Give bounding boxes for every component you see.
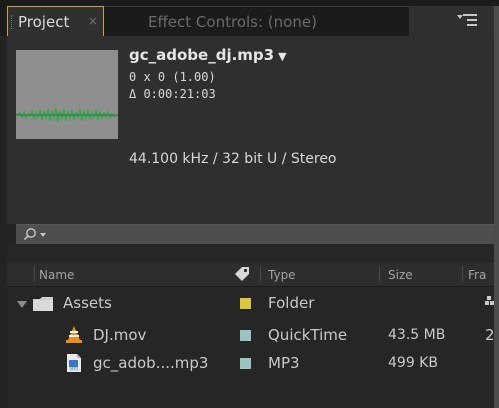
preview-area: gc_adobe_dj.mp3 ▼ 0 x 0 (1.00) Δ 0:00:21:… — [7, 36, 494, 224]
item-type: QuickTime — [268, 326, 348, 344]
item-type: MP3 — [268, 354, 300, 372]
preview-duration: Δ 0:00:21:03 — [129, 87, 216, 101]
column-frame-rate[interactable]: Fra — [468, 268, 486, 282]
column-separator[interactable] — [462, 266, 463, 282]
panel-menu-button[interactable] — [409, 6, 494, 36]
tab-effect-controls-label: Effect Controls: (none) — [148, 13, 317, 31]
tag-icon[interactable] — [232, 264, 252, 284]
frame-rate-indicator-icon — [485, 296, 494, 305]
column-name[interactable]: Name — [39, 268, 74, 282]
list-item[interactable]: Assets Folder — [7, 291, 494, 316]
vlc-cone-icon — [66, 326, 82, 343]
tab-close-icon[interactable]: × — [88, 14, 98, 28]
column-header: Name Type Size Fra — [7, 262, 494, 287]
label-color-swatch[interactable] — [240, 330, 251, 341]
waveform-icon — [16, 107, 118, 123]
label-color-swatch[interactable] — [240, 358, 251, 369]
item-size: 43.5 MB — [388, 327, 446, 343]
panel-gap — [7, 244, 494, 262]
search-bar[interactable] — [16, 224, 494, 244]
folder-icon — [33, 297, 53, 311]
item-name: gc_adob....mp3 — [93, 354, 209, 372]
tab-effect-controls[interactable]: Effect Controls: (none) — [104, 6, 409, 36]
list-item[interactable]: MP3 gc_adob....mp3 MP3 499 KB — [7, 351, 494, 376]
audio-thumbnail — [16, 50, 118, 139]
project-item-list: Assets Folder DJ.mov QuickTime 43.5 MB 2… — [7, 287, 495, 408]
label-color-swatch[interactable] — [240, 298, 251, 309]
file-name-text: gc_adobe_dj.mp3 — [129, 46, 275, 64]
column-type[interactable]: Type — [268, 268, 296, 282]
item-type: Folder — [268, 294, 315, 312]
file-menu-caret-icon[interactable]: ▼ — [278, 50, 286, 63]
search-input[interactable] — [50, 226, 480, 242]
search-icon[interactable] — [23, 227, 37, 241]
mp3-file-icon: MP3 — [67, 354, 81, 372]
item-name: Assets — [63, 294, 112, 312]
preview-audio-info: 44.100 kHz / 32 bit U / Stereo — [129, 151, 337, 167]
item-size: 499 KB — [388, 355, 438, 371]
column-size[interactable]: Size — [388, 268, 413, 282]
item-name: DJ.mov — [93, 326, 147, 344]
panel-tab-bar: Project × Effect Controls: (none) — [0, 0, 499, 36]
column-separator[interactable] — [260, 266, 261, 282]
column-separator[interactable] — [379, 266, 380, 282]
expand-triangle-icon[interactable] — [17, 301, 27, 308]
preview-file-name[interactable]: gc_adobe_dj.mp3 ▼ — [129, 46, 287, 64]
search-options-caret-icon[interactable] — [40, 233, 46, 237]
tab-grip-icon[interactable] — [11, 15, 14, 29]
tab-project-label: Project — [18, 13, 70, 31]
column-separator[interactable] — [34, 266, 35, 282]
item-frame-rate: 2 — [485, 326, 495, 344]
svg-text:MP3: MP3 — [70, 367, 79, 372]
list-item[interactable]: DJ.mov QuickTime 43.5 MB 2 — [7, 323, 495, 348]
panel-menu-icon — [463, 14, 477, 26]
panel-scroll-edge[interactable] — [494, 6, 499, 408]
preview-dimensions: 0 x 0 (1.00) — [129, 70, 216, 84]
tab-project[interactable]: Project × — [7, 6, 104, 36]
